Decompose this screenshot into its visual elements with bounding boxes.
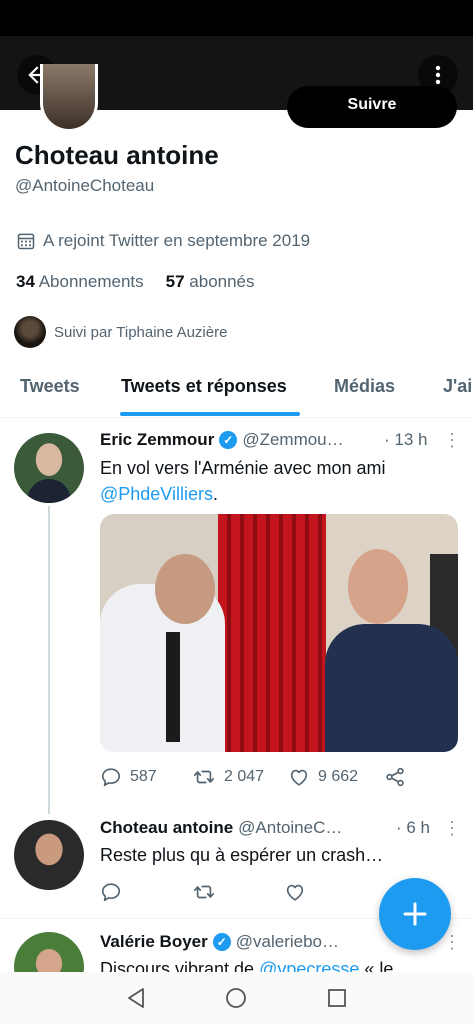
follow-button-label: Suivre xyxy=(347,96,397,113)
following-label: Abonnements xyxy=(38,272,144,291)
followers-count: 57 xyxy=(165,272,185,291)
tab-likes[interactable]: J'ai xyxy=(443,376,472,397)
compose-tweet-button[interactable] xyxy=(379,878,451,950)
tweet-author-handle[interactable]: @Zemmou… xyxy=(242,430,343,450)
tweet-body: En vol vers l'Arménie avec mon ami xyxy=(100,458,386,478)
heart-icon xyxy=(290,769,308,786)
profile-handle: @AntoineChoteau xyxy=(15,176,155,195)
joined-date: A rejoint Twitter en septembre 2019 xyxy=(16,231,310,251)
tweet-author-name[interactable]: Valérie Boyer xyxy=(100,932,208,952)
tweet-text: En vol vers l'Arménie avec mon ami @Phde… xyxy=(100,455,460,507)
tweet-author-name[interactable]: Eric Zemmour xyxy=(100,430,214,450)
status-bar xyxy=(0,0,473,36)
joined-label: A rejoint Twitter en septembre 2019 xyxy=(43,231,311,250)
tweet-actions: 587 2 047 9 662 xyxy=(100,766,406,788)
tweet-text: Reste plus qu à espérer un crash… xyxy=(100,845,384,865)
followed-by-label: Suivi par Tiphaine Auzière xyxy=(54,323,228,341)
mention-link[interactable]: @PhdeVilliers xyxy=(100,484,213,504)
verified-badge-icon: ✓ xyxy=(212,933,231,951)
like-count: 9 662 xyxy=(318,768,359,785)
following-count: 34 xyxy=(16,272,35,291)
calendar-icon xyxy=(17,233,35,250)
share-button[interactable] xyxy=(384,766,406,788)
plus-icon xyxy=(403,902,427,926)
reply-button[interactable]: 587 xyxy=(100,766,192,788)
tweet-time-wrap: · 13 h xyxy=(384,430,427,450)
active-tab-indicator xyxy=(120,412,300,416)
tweet-body-end: . xyxy=(213,484,219,504)
like-button[interactable] xyxy=(284,881,376,903)
followers-link[interactable]: 57 abonnés xyxy=(166,272,255,291)
tweet-author-name[interactable]: Choteau antoine xyxy=(100,818,233,838)
like-button[interactable]: 9 662 xyxy=(288,766,384,788)
share-icon xyxy=(386,767,404,787)
reply-icon xyxy=(101,883,121,902)
nav-home-icon[interactable] xyxy=(224,986,248,1010)
retweet-count: 2 047 xyxy=(224,768,265,785)
tweet-author-handle[interactable]: @valeriebo… xyxy=(236,932,339,952)
tab-tweets-replies[interactable]: Tweets et réponses xyxy=(121,376,287,397)
tweet-more-icon[interactable]: ⋮ xyxy=(443,430,461,451)
follow-counts: 34 Abonnements 57 abonnés xyxy=(16,272,255,292)
more-vertical-icon xyxy=(435,65,441,85)
system-nav-bar xyxy=(0,972,473,1024)
avatar[interactable] xyxy=(14,433,84,503)
retweet-button[interactable] xyxy=(192,881,284,903)
nav-back-icon[interactable] xyxy=(124,986,148,1010)
verified-badge-icon: ✓ xyxy=(219,431,238,449)
following-link[interactable]: 34 Abonnements xyxy=(16,272,144,291)
reply-icon xyxy=(101,768,121,787)
tweet-header: Valérie Boyer ✓ @valeriebo… xyxy=(100,932,339,952)
tweet-header: Choteau antoine @AntoineC… xyxy=(100,818,342,838)
tweet-header: Eric Zemmour ✓ @Zemmou… xyxy=(100,430,344,450)
retweet-icon xyxy=(194,770,214,784)
heart-icon xyxy=(286,884,304,901)
tweet-time-wrap: · 6 h xyxy=(396,818,430,838)
follow-button[interactable]: Suivre xyxy=(287,86,457,128)
retweet-button[interactable]: 2 047 xyxy=(192,766,288,788)
nav-recents-icon[interactable] xyxy=(325,986,349,1010)
followed-by[interactable]: Suivi par Tiphaine Auzière xyxy=(14,316,227,348)
profile-avatar[interactable] xyxy=(40,64,98,132)
followers-label: abonnés xyxy=(189,272,255,291)
tweet-photo[interactable] xyxy=(100,514,458,752)
tweet-more-icon[interactable]: ⋮ xyxy=(443,932,461,953)
reply-count: 587 xyxy=(130,768,157,785)
tweet-time[interactable]: · 6 h xyxy=(396,818,430,838)
profile-tabs: Tweets Tweets et réponses Médias J'ai xyxy=(0,362,473,418)
tab-tweets[interactable]: Tweets xyxy=(20,376,80,397)
tweet-actions xyxy=(100,881,376,903)
retweet-icon xyxy=(194,885,214,899)
profile-name: Choteau antoine xyxy=(15,140,219,170)
avatar[interactable] xyxy=(14,820,84,890)
follower-avatar xyxy=(14,316,46,348)
reply-button[interactable] xyxy=(100,881,192,903)
tweet-more-icon[interactable]: ⋮ xyxy=(443,818,461,839)
tweet-author-handle[interactable]: @AntoineC… xyxy=(238,818,342,838)
tab-media[interactable]: Médias xyxy=(334,376,395,397)
tweet-time[interactable]: · 13 h xyxy=(384,430,427,450)
thread-connector xyxy=(48,506,50,814)
